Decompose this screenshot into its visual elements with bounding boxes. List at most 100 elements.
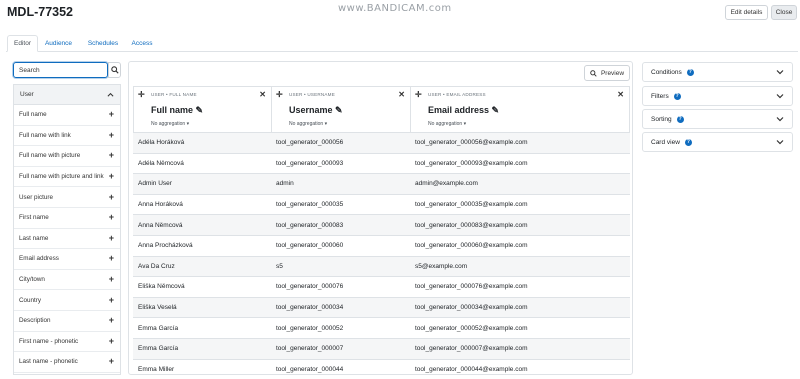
table-cell: tool_generator_000076 <box>276 283 344 291</box>
table-cell: tool_generator_000056@example.com <box>415 139 528 147</box>
panel-conditions[interactable]: Conditions? <box>642 62 793 82</box>
plus-icon: + <box>108 212 114 223</box>
help-icon[interactable]: ? <box>673 92 681 100</box>
table-row: Eliška Veselá tool_generator_000034 tool_g… <box>133 296 630 318</box>
panel-card-view[interactable]: Card view? <box>642 132 793 152</box>
column-header-full-name[interactable]: ✛ User • Full name ✕ Full name ✎ No aggr… <box>134 87 272 133</box>
sidebar-item-last-name[interactable]: Last name + <box>14 229 120 250</box>
table-cell: tool_generator_000076@example.com <box>415 283 528 291</box>
plus-icon: + <box>108 294 114 305</box>
table-cell: tool_generator_000007 <box>276 345 344 353</box>
sidebar-item-label: Full name with picture and link <box>19 173 104 181</box>
chevron-down-icon <box>776 140 784 145</box>
help-icon[interactable]: ? <box>676 115 684 123</box>
plus-icon: + <box>108 191 114 202</box>
pencil-icon[interactable]: ✎ <box>335 105 343 115</box>
table-cell: Ava Da Cruz <box>138 262 175 270</box>
remove-column-icon[interactable]: ✕ <box>617 90 624 99</box>
sidebar-item-label: City/town <box>19 276 45 284</box>
table-cell: Admin User <box>138 180 172 188</box>
pencil-icon[interactable]: ✎ <box>492 105 500 115</box>
column-kicker: User • Username <box>289 92 335 97</box>
preview-button[interactable]: Preview <box>584 65 630 81</box>
sidebar-item-country[interactable]: Country + <box>14 290 120 311</box>
table-cell: tool_generator_000052 <box>276 324 344 332</box>
column-header-email-address[interactable]: ✛ User • Email address ✕ Email address ✎… <box>411 87 629 133</box>
table-cell: tool_generator_000056 <box>276 139 344 147</box>
aggregation-select[interactable]: No aggregation ▾ <box>151 121 189 127</box>
column-name[interactable]: Email address ✎ <box>428 105 499 116</box>
sidebar-item-city-town[interactable]: City/town + <box>14 270 120 291</box>
sidebar-item-label: First name - phonetic <box>19 337 79 345</box>
column-name[interactable]: Username ✎ <box>289 105 343 116</box>
sidebar-item-full-name-with-picture-and-link[interactable]: Full name with picture and link + <box>14 167 120 188</box>
aggregation-select[interactable]: No aggregation ▾ <box>428 121 466 127</box>
tab-audience[interactable]: Audience <box>40 35 77 52</box>
plus-icon: + <box>108 335 114 346</box>
table-cell: tool_generator_000083 <box>276 221 344 229</box>
help-icon[interactable]: ? <box>686 68 694 76</box>
table-row: Eliška Němcová tool_generator_000076 tool_… <box>133 276 630 297</box>
edit-details-button[interactable]: Edit details <box>725 5 768 20</box>
sidebar-item-first-name[interactable]: First name + <box>14 208 120 229</box>
plus-icon: + <box>108 129 114 140</box>
sidebar-group-user[interactable]: User <box>14 85 120 105</box>
plus-icon: + <box>108 171 114 182</box>
pencil-icon[interactable]: ✎ <box>196 105 204 115</box>
sidebar-item-email-address[interactable]: Email address + <box>14 249 120 270</box>
panel-filters[interactable]: Filters? <box>642 86 793 106</box>
table-cell: admin <box>276 180 294 188</box>
close-button[interactable]: Close <box>771 5 797 20</box>
column-header-username[interactable]: ✛ User • Username ✕ Username ✎ No aggreg… <box>272 87 411 133</box>
plus-icon: + <box>108 356 114 367</box>
table-cell: tool_generator_000044 <box>276 365 344 373</box>
table-cell: tool_generator_000035 <box>276 201 344 209</box>
sidebar-item-full-name-with-link[interactable]: Full name with link + <box>14 126 120 147</box>
chevron-down-icon <box>776 70 784 75</box>
column-kicker: User • Full name <box>151 92 197 97</box>
help-icon[interactable]: ? <box>684 138 692 146</box>
table-cell: tool_generator_000035@example.com <box>415 201 528 209</box>
search-button[interactable] <box>108 62 121 78</box>
remove-column-icon[interactable]: ✕ <box>398 90 405 99</box>
report-table-body: Adéla Horáková tool_generator_000056 tool_… <box>133 132 630 379</box>
sidebar-item-user-picture[interactable]: User picture + <box>14 187 120 208</box>
move-icon[interactable]: ✛ <box>276 90 283 99</box>
tab-editor[interactable]: Editor <box>7 35 38 52</box>
move-icon[interactable]: ✛ <box>415 90 422 99</box>
sidebar-item-first-name-phonetic[interactable]: First name - phonetic + <box>14 332 120 353</box>
tab-schedules[interactable]: Schedules <box>83 35 123 52</box>
column-name[interactable]: Full name ✎ <box>151 105 203 116</box>
table-row: Emma García tool_generator_000052 tool_gen… <box>133 317 630 338</box>
page-title: MDL-77352 <box>7 5 73 19</box>
table-cell: tool_generator_000034@example.com <box>415 304 528 312</box>
remove-column-icon[interactable]: ✕ <box>259 90 266 99</box>
search-icon <box>110 66 119 74</box>
panel-label: Filters <box>651 92 669 100</box>
column-header-row: ✛ User • Full name ✕ Full name ✎ No aggr… <box>133 86 630 133</box>
search-icon <box>590 69 597 77</box>
sidebar-item-label: Email address <box>19 255 59 263</box>
sidebar-item-last-name-phonetic[interactable]: Last name - phonetic + <box>14 352 120 373</box>
plus-icon: + <box>108 150 114 161</box>
tab-access[interactable]: Access <box>128 35 156 52</box>
move-icon[interactable]: ✛ <box>138 90 145 99</box>
chevron-down-icon <box>776 94 784 99</box>
tab-bar: Editor Audience Schedules Access <box>6 35 798 52</box>
sidebar-item-label: Full name <box>19 111 47 119</box>
sidebar-item-label: Last name - phonetic <box>19 358 78 366</box>
table-row: Emma Miller tool_generator_000044 tool_gen… <box>133 358 630 379</box>
panel-label: Sorting <box>651 115 672 123</box>
search-input[interactable]: Search <box>13 62 108 78</box>
table-cell: tool_generator_000007@example.com <box>415 345 528 353</box>
sidebar-item-full-name[interactable]: Full name + <box>14 105 120 126</box>
sidebar-item-full-name-with-picture[interactable]: Full name with picture + <box>14 146 120 167</box>
sidebar-group-label: User <box>20 91 34 98</box>
table-cell: admin@example.com <box>415 180 478 188</box>
sidebar-item-label: Full name with link <box>19 131 71 139</box>
panel-sorting[interactable]: Sorting? <box>642 109 793 129</box>
sidebar-item-description[interactable]: Description + <box>14 311 120 332</box>
panel-label: Conditions <box>651 68 682 76</box>
aggregation-select[interactable]: No aggregation ▾ <box>289 121 327 127</box>
table-cell: tool_generator_000052@example.com <box>415 324 528 332</box>
